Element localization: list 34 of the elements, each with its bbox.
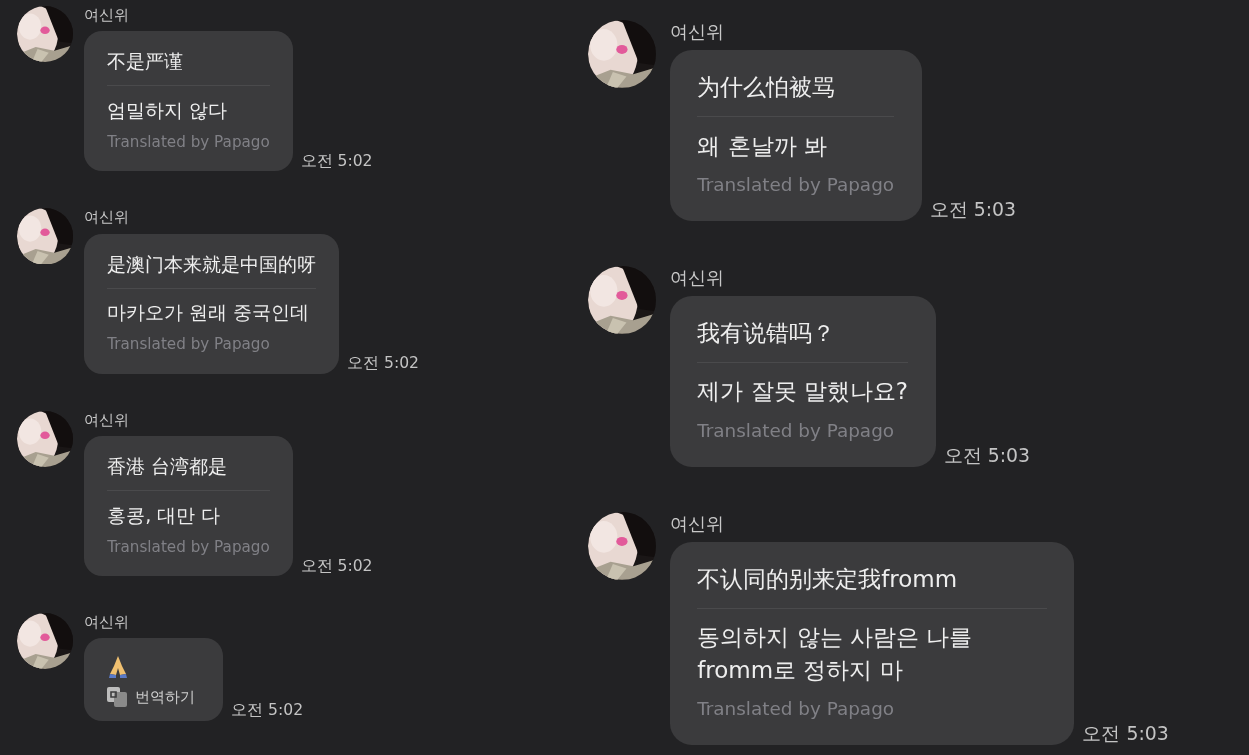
sender-name: 여신위 [84,6,130,26]
translation-credit: Translated by Papago [697,172,895,197]
translation-credit: Translated by Papago [697,418,895,443]
message-text: 我有说错吗？ [697,318,837,348]
sender-name: 여신위 [669,20,724,44]
sender-name: 여신위 [669,265,724,290]
translated-text: 왜 혼날까 봐 [697,131,828,161]
sender-name: 여신위 [84,613,130,634]
translated-text: 엄밀하지 않다 [107,97,229,123]
message-text: 香港 台湾都是 [107,454,229,480]
timestamp: 오전 5:02 [347,353,419,375]
translation-credit: Translated by Papago [107,131,270,153]
translation-credit: Translated by Papago [107,536,270,558]
sender-name: 여신위 [84,410,130,431]
timestamp: 오전 5:03 [1082,720,1169,746]
translated-text: 제가 잘못 말했나요? [697,377,909,407]
message-text: 为什么怕被骂 [697,73,837,103]
translate-button[interactable]: 번역하기 [107,685,201,708]
translation-credit: Translated by Papago [107,334,270,356]
translated-text: 동의하지 않는 사람은 나를 fromm로 정하지 마 [697,623,974,685]
translated-text: 홍콩, 대만 다 [107,502,222,528]
timestamp: 오전 5:03 [929,196,1016,222]
message-text: 不是严谨 [107,49,185,75]
message-text: 是澳门本来就是中国的呀 [107,251,317,277]
message-text: 不认同的别来定我fromm [697,564,959,594]
sender-name: 여신위 [84,208,130,229]
timestamp: 오전 5:03 [943,442,1031,468]
timestamp: 오전 5:02 [300,555,373,577]
translated-text: 마카오가 원래 중국인데 [107,300,311,326]
timestamp: 오전 5:02 [300,150,373,172]
timestamp: 오전 5:02 [231,700,304,722]
translation-credit: Translated by Papago [697,696,895,721]
sender-name: 여신위 [669,511,724,536]
translate-icon [107,686,128,707]
